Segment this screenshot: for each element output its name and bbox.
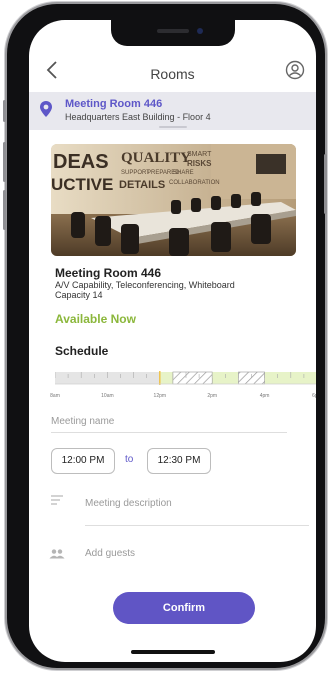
start-time-field[interactable]: 12:00 PM	[51, 448, 115, 474]
top-bar: Rooms	[29, 58, 316, 90]
to-label: to	[125, 454, 134, 465]
location-building: Headquarters East Building - Floor 4	[65, 112, 211, 122]
schedule-tick-label: 6pm	[312, 393, 316, 399]
location-bar[interactable]: Meeting Room 446 Headquarters East Build…	[29, 92, 316, 130]
page-title: Rooms	[150, 66, 195, 82]
app-screen: Rooms Meeting Room 446 Headquarters East…	[29, 20, 316, 662]
user-circle-icon[interactable]	[285, 60, 305, 80]
text-align-icon	[51, 492, 63, 505]
wall-word-8: SUPPORT	[121, 170, 150, 176]
schedule-tick-labels: 8am 10am 12pm 2pm 4pm 6pm	[50, 393, 316, 403]
front-camera	[197, 28, 203, 34]
phone-frame: Rooms Meeting Room 446 Headquarters East…	[3, 4, 327, 668]
schedule-timeline[interactable]	[55, 370, 316, 386]
volume-up-button	[3, 142, 6, 182]
wall-word-1: DEAS	[53, 151, 109, 173]
map-pin-icon	[39, 100, 53, 118]
room-photo: DEAS QUALITY SMART RISKS UCTIVE DETAILS …	[51, 144, 296, 256]
location-room-name: Meeting Room 446	[65, 98, 163, 110]
room-features: A/V Capability, Teleconferencing, Whiteb…	[55, 280, 235, 290]
drag-handle[interactable]	[159, 126, 187, 128]
end-time-field[interactable]: 12:30 PM	[147, 448, 211, 474]
add-guests-icon	[49, 546, 65, 559]
meeting-name-underline	[51, 432, 287, 433]
wall-word-4: RISKS	[187, 159, 212, 168]
wall-word-10: SHARE	[173, 170, 194, 176]
meeting-description-input[interactable]: Meeting description	[85, 498, 172, 509]
description-underline	[85, 525, 309, 526]
power-button	[324, 154, 327, 214]
wall-word-5: UCTIVE	[51, 175, 113, 194]
room-capacity: Capacity 14	[55, 290, 103, 300]
schedule-tick-label: 2pm	[207, 393, 218, 399]
meeting-name-input[interactable]: Meeting name	[51, 416, 114, 427]
room-name: Meeting Room 446	[55, 266, 162, 280]
speaker	[157, 29, 189, 33]
schedule-title: Schedule	[55, 344, 109, 358]
wall-word-6: DETAILS	[119, 179, 165, 191]
schedule-tick-label: 8am	[50, 393, 60, 399]
confirm-button[interactable]: Confirm	[113, 592, 255, 624]
silent-switch	[3, 100, 6, 122]
volume-down-button	[3, 190, 6, 230]
schedule-tick-label: 4pm	[259, 393, 270, 399]
schedule-tick-label: 10am	[101, 393, 114, 399]
schedule-tick-label: 12pm	[153, 393, 167, 399]
add-guests-input[interactable]: Add guests	[85, 548, 135, 559]
availability-status: Available Now	[55, 312, 136, 326]
wall-word-2: QUALITY	[121, 150, 191, 166]
wall-word-3: SMART	[187, 151, 212, 158]
wall-word-7: COLLABORATION	[169, 180, 220, 186]
home-indicator	[131, 650, 215, 654]
notch	[111, 20, 235, 46]
schedule-booked-block	[172, 372, 213, 384]
